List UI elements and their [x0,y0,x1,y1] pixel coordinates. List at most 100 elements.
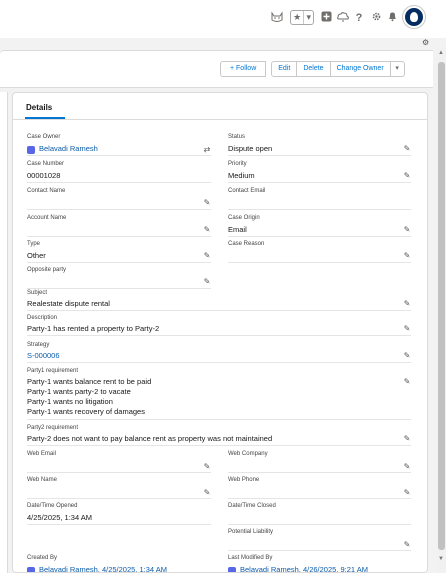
field-web-name: Web Name ✎ [27,477,211,499]
field-label: Party1 requirement [27,368,79,374]
pencil-icon[interactable]: ✎ [403,463,411,471]
field-contact-name: Contact Name ✎ [27,188,211,210]
scrollbar-thumb[interactable] [438,62,445,550]
pencil-icon[interactable]: ✎ [403,378,411,386]
field-label: Case Owner [27,134,61,140]
field-label: Contact Name [27,188,66,194]
field-web-company: Web Company ✎ [228,451,411,473]
field-case-number: Case Number 00001028 [27,161,211,183]
pencil-icon[interactable]: ✎ [403,300,411,308]
cloud-bell-icon[interactable] [337,11,349,25]
pencil-icon[interactable]: ✎ [403,325,411,333]
pencil-icon[interactable]: ✎ [403,172,411,180]
scroll-down-icon[interactable]: ▼ [438,556,444,562]
field-status: Status Dispute open ✎ [228,134,411,156]
help-icon[interactable]: ? [354,11,364,25]
field-potential-liability: Potential Liability ✎ [228,529,411,551]
pencil-icon[interactable]: ✎ [403,226,411,234]
field-value: Party-1 has rented a property to Party-2 [27,324,160,333]
field-web-phone: Web Phone ✎ [228,477,411,499]
action-button-group: + Follow Edit Delete Change Owner ▾ [220,61,405,77]
plus-square-icon[interactable] [320,11,332,25]
field-account-name: Account Name ✎ [27,215,211,237]
field-value: Medium [228,171,255,180]
field-label: Web Name [27,477,57,483]
field-value: Email [228,225,247,234]
last-modified-by-link[interactable]: Belavadi Ramesh, 4/26/2025, 9:21 AM [240,565,368,572]
requirement-line: Party-1 wants balance rent to be paid [27,377,152,386]
favorites-group: ★ ▾ [290,10,314,25]
setup-gear-icon[interactable]: ⚙ [422,38,429,47]
field-case-origin: Case Origin Email ✎ [228,215,411,237]
field-web-email: Web Email ✎ [27,451,211,473]
field-label: Type [27,241,41,247]
field-opposite-party: Opposite party ✎ [27,267,211,289]
created-by-link[interactable]: Belavadi Ramesh, 4/25/2025, 1:34 AM [39,565,167,572]
pencil-icon[interactable]: ✎ [403,541,411,549]
field-party1-requirement: Party1 requirement Party-1 wants balance… [27,368,411,420]
field-value: Other [27,251,46,260]
pencil-icon[interactable]: ✎ [203,278,211,286]
star-icon[interactable]: ★ [291,11,303,24]
tab-details[interactable]: Details [26,103,52,112]
requirement-line: Party-1 wants no litigation [27,397,113,406]
pencil-icon[interactable]: ✎ [403,435,411,443]
field-case-reason: Case Reason ✎ [228,241,411,263]
pencil-icon[interactable]: ✎ [203,226,211,234]
tab-divider [13,119,427,120]
field-label: Contact Email [228,188,266,194]
field-label: Created By [27,555,58,561]
delete-button[interactable]: Delete [296,61,331,77]
field-date-time-closed: Date/Time Closed [228,503,411,525]
pencil-icon[interactable]: ✎ [403,252,411,260]
field-label: Subject [27,290,48,296]
field-value: Dispute open [228,144,273,153]
field-label: Web Email [27,451,56,457]
pencil-icon[interactable]: ✎ [203,252,211,260]
field-label: Date/Time Opened [27,503,78,509]
field-label: Case Origin [228,215,260,221]
pencil-icon[interactable]: ✎ [403,145,411,153]
scroll-up-icon[interactable]: ▲ [438,50,444,56]
pencil-icon[interactable]: ✎ [403,352,411,360]
edit-button[interactable]: Edit [271,61,298,77]
pencil-icon[interactable]: ✎ [203,463,211,471]
bell-icon[interactable] [386,11,398,25]
field-value: 4/25/2025, 1:34 AM [27,513,93,522]
follow-button[interactable]: + Follow [220,61,267,77]
field-subject: Subject Realestate dispute rental ✎ [27,290,411,311]
field-type: Type Other ✎ [27,241,211,263]
field-label: Case Reason [228,241,265,247]
chevron-down-icon[interactable]: ▾ [303,11,313,24]
field-label: Party2 requirement [27,425,79,431]
field-label: Priority [228,161,247,167]
user-avatar[interactable] [403,6,425,28]
strategy-link[interactable]: S-000006 [27,351,60,361]
field-date-time-opened: Date/Time Opened 4/25/2025, 1:34 AM [27,503,211,525]
pencil-icon[interactable]: ✎ [203,199,211,207]
left-panel [0,92,8,573]
global-header: ★ ▾ ? [0,0,446,38]
cat-face-icon[interactable] [270,11,284,25]
field-case-owner: Case Owner Belavadi Ramesh ⇄ [27,134,211,156]
field-contact-email: Contact Email [228,188,411,210]
case-owner-link[interactable]: Belavadi Ramesh [39,144,98,154]
field-label: Opposite party [27,267,67,273]
field-label: Web Phone [228,477,260,483]
field-label: Date/Time Closed [228,503,276,509]
field-party2-requirement: Party2 requirement Party-2 does not want… [27,425,411,446]
field-label: Case Number [27,161,65,167]
user-avatar-icon [27,567,35,572]
page-scrollbar[interactable]: ▲ ▼ [437,48,446,573]
more-actions-chevron-down-icon[interactable]: ▾ [389,61,405,77]
field-created-by: Created By Belavadi Ramesh, 4/25/2025, 1… [27,555,211,572]
change-owner-icon[interactable]: ⇄ [203,146,211,154]
gear-icon[interactable] [370,11,382,25]
field-label: Strategy [27,342,50,348]
details-card: Details Case Owner Belavadi Ramesh ⇄ Sta… [12,92,428,573]
pencil-icon[interactable]: ✎ [403,489,411,497]
pencil-icon[interactable]: ✎ [203,489,211,497]
requirement-line: Party-1 wants recovery of damages [27,407,145,416]
change-owner-button[interactable]: Change Owner [329,61,391,77]
field-value: Party-2 does not want to pay balance ren… [27,434,273,443]
